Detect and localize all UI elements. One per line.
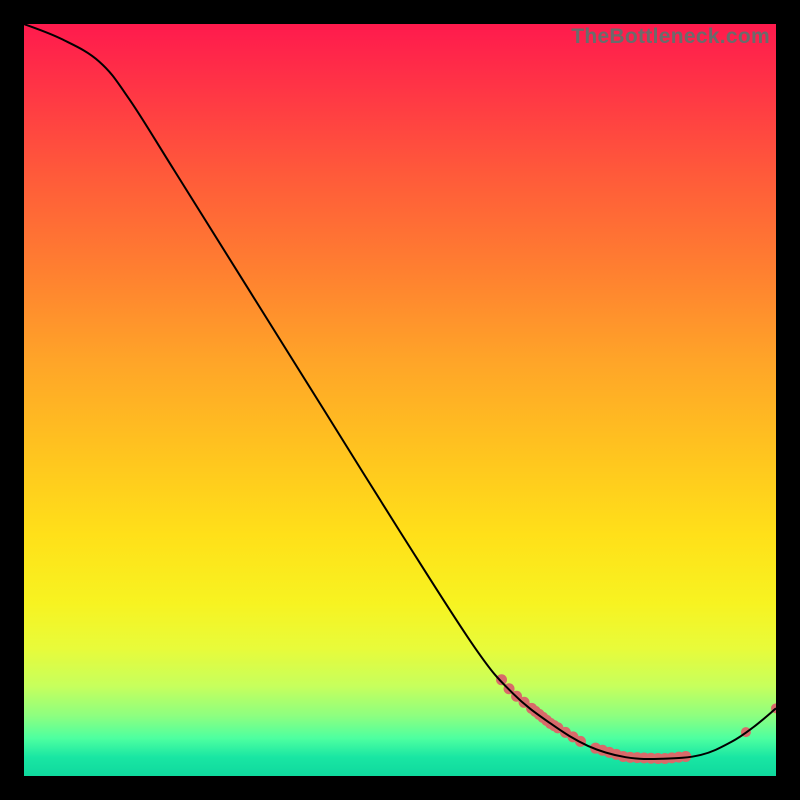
chart-frame: TheBottleneck.com xyxy=(24,24,776,776)
data-markers xyxy=(496,674,776,764)
data-point xyxy=(496,674,507,685)
bottleneck-curve xyxy=(24,24,776,759)
watermark-text: TheBottleneck.com xyxy=(571,25,770,49)
chart-svg xyxy=(24,24,776,776)
